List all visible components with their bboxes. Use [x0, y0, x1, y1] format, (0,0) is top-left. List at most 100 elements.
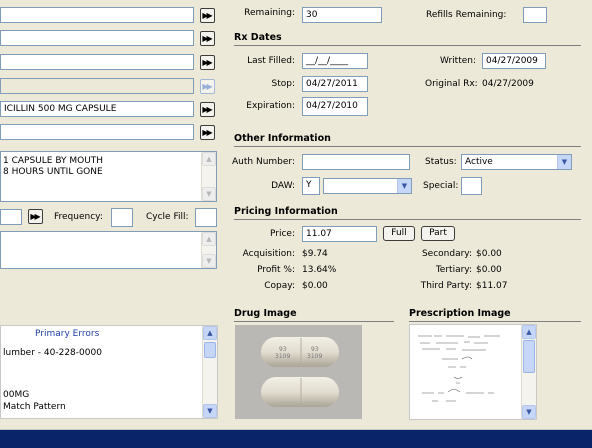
svg-text:3109: 3109 — [307, 353, 322, 360]
frequency-field[interactable] — [111, 208, 133, 227]
rx-dates-divider — [234, 45, 581, 46]
other-info-divider — [234, 146, 581, 147]
notes-textarea[interactable]: ▲ ▼ — [0, 231, 217, 269]
profit-label: Profit %: — [257, 265, 295, 275]
secondary-value: $0.00 — [476, 249, 502, 259]
scroll-down-icon[interactable]: ▼ — [202, 254, 216, 268]
svg-text:3109: 3109 — [275, 353, 290, 360]
drug-field-1[interactable] — [0, 7, 194, 23]
errors-list[interactable]: Primary Errors lumber - 40-228-0000 00MG… — [0, 325, 218, 419]
left-panel: ▶▶ ▶▶ ▶▶ ▶▶ ICILLIN 500 MG CAPSULE ▶▶ ▶▶… — [0, 0, 222, 430]
special-label: Special: — [423, 181, 459, 191]
sig-textarea[interactable]: 1 CAPSULE BY MOUTH 8 HOURS UNTIL GONE ▲ … — [0, 151, 217, 202]
svg-text:93: 93 — [279, 346, 287, 353]
scroll-down-icon[interactable]: ▼ — [202, 187, 216, 201]
cycle-fill-label: Cycle Fill: — [146, 212, 189, 222]
cycle-fill-field[interactable] — [195, 208, 217, 227]
stop-label: Stop: — [271, 79, 296, 89]
refills-remaining-label: Refills Remaining: — [426, 10, 507, 20]
error-line-1[interactable]: lumber - 40-228-0000 — [3, 348, 102, 359]
written-field[interactable]: 04/27/2009 — [482, 53, 546, 69]
scroll-up-icon[interactable]: ▲ — [202, 232, 216, 246]
notes-scrollbar[interactable]: ▲ ▼ — [201, 232, 216, 268]
tertiary-label: Tertiary: — [435, 265, 472, 275]
sig-line-1: 1 CAPSULE BY MOUTH — [3, 156, 104, 166]
profit-value: 13.64% — [302, 265, 337, 275]
fast-forward-button-5[interactable]: ▶▶ — [200, 102, 215, 117]
daw-field[interactable]: Y — [302, 177, 320, 195]
expiration-label: Expiration: — [246, 101, 295, 111]
drug-field-6[interactable] — [0, 124, 194, 140]
secondary-label: Secondary: — [421, 249, 472, 259]
scroll-up-icon[interactable]: ▲ — [203, 326, 217, 340]
drug-field-4 — [0, 78, 194, 94]
full-price-button[interactable]: Full — [383, 226, 415, 241]
error-line-4[interactable]: 00MG — [3, 390, 29, 401]
acquisition-value: $9.74 — [302, 249, 328, 259]
drug-image[interactable]: 93 3109 93 3109 — [235, 325, 362, 419]
auth-number-label: Auth Number: — [232, 157, 295, 167]
chevron-down-icon[interactable]: ▼ — [557, 155, 571, 169]
prescription-scrollbar[interactable]: ▲ ▼ — [521, 325, 536, 419]
drug-field-2[interactable] — [0, 30, 194, 46]
prescription-scan-icon — [418, 335, 500, 402]
drug-image-title: Drug Image — [234, 308, 297, 319]
status-label: Status: — [425, 157, 457, 167]
remaining-field[interactable]: 30 — [302, 7, 382, 23]
drug-field-3[interactable] — [0, 54, 194, 70]
drug-image-divider — [234, 321, 394, 322]
part-price-button[interactable]: Part — [421, 226, 455, 241]
rx-dates-title: Rx Dates — [234, 32, 282, 43]
fast-forward-button-4: ▶▶ — [200, 79, 215, 94]
pricing-title: Pricing Information — [234, 206, 338, 217]
tertiary-value: $0.00 — [476, 265, 502, 275]
errors-header: Primary Errors — [35, 329, 100, 339]
days-field[interactable] — [0, 209, 22, 225]
daw-select[interactable]: ▼ — [323, 178, 412, 194]
frequency-label: Frequency: — [54, 212, 103, 222]
third-party-value: $11.07 — [476, 281, 508, 291]
fast-forward-button-7[interactable]: ▶▶ — [28, 209, 43, 224]
status-bar — [0, 429, 592, 448]
fast-forward-button-2[interactable]: ▶▶ — [200, 31, 215, 46]
copay-value: $0.00 — [302, 281, 328, 291]
acquisition-label: Acquisition: — [242, 249, 295, 259]
scroll-down-icon[interactable]: ▼ — [203, 404, 217, 418]
sig-scrollbar[interactable]: ▲ ▼ — [201, 152, 216, 201]
prescription-image-title: Prescription Image — [409, 308, 511, 319]
fast-forward-button-1[interactable]: ▶▶ — [200, 8, 215, 23]
svg-text:93: 93 — [311, 346, 319, 353]
price-field[interactable]: 11.07 — [302, 226, 377, 242]
status-select[interactable]: Active ▼ — [461, 154, 572, 170]
status-value: Active — [465, 157, 493, 167]
remaining-label: Remaining: — [244, 8, 295, 18]
original-rx-label: Original Rx: — [425, 79, 478, 89]
scroll-down-icon[interactable]: ▼ — [522, 405, 536, 419]
copay-label: Copay: — [264, 281, 295, 291]
third-party-label: Third Party: — [420, 281, 472, 291]
other-info-title: Other Information — [234, 133, 331, 144]
daw-label: DAW: — [271, 181, 295, 191]
scroll-thumb[interactable] — [523, 340, 535, 373]
auth-number-field[interactable] — [302, 154, 410, 170]
stop-field[interactable]: 04/27/2011 — [302, 76, 368, 92]
fast-forward-button-3[interactable]: ▶▶ — [200, 55, 215, 70]
scroll-up-icon[interactable]: ▲ — [522, 325, 536, 339]
chevron-down-icon[interactable]: ▼ — [397, 179, 411, 193]
last-filled-field[interactable]: __/__/____ — [302, 53, 368, 69]
refills-remaining-field[interactable] — [523, 7, 547, 23]
prescription-image-viewer[interactable]: ▲ ▼ — [409, 324, 537, 420]
scroll-up-icon[interactable]: ▲ — [202, 152, 216, 166]
special-field[interactable] — [461, 177, 482, 195]
price-label: Price: — [270, 229, 295, 239]
fast-forward-button-6[interactable]: ▶▶ — [200, 125, 215, 140]
last-filled-label: Last Filled: — [247, 56, 295, 66]
error-line-5[interactable]: Match Pattern — [3, 402, 66, 413]
scroll-thumb[interactable] — [204, 342, 216, 358]
drug-name-field[interactable]: ICILLIN 500 MG CAPSULE — [0, 101, 194, 117]
prescription-image-divider — [409, 321, 581, 322]
capsule-pills-icon: 93 3109 93 3109 — [261, 337, 339, 407]
sig-line-2: 8 HOURS UNTIL GONE — [3, 167, 103, 177]
errors-scrollbar[interactable]: ▲ ▼ — [202, 326, 217, 418]
expiration-field[interactable]: 04/27/2010 — [302, 97, 368, 116]
